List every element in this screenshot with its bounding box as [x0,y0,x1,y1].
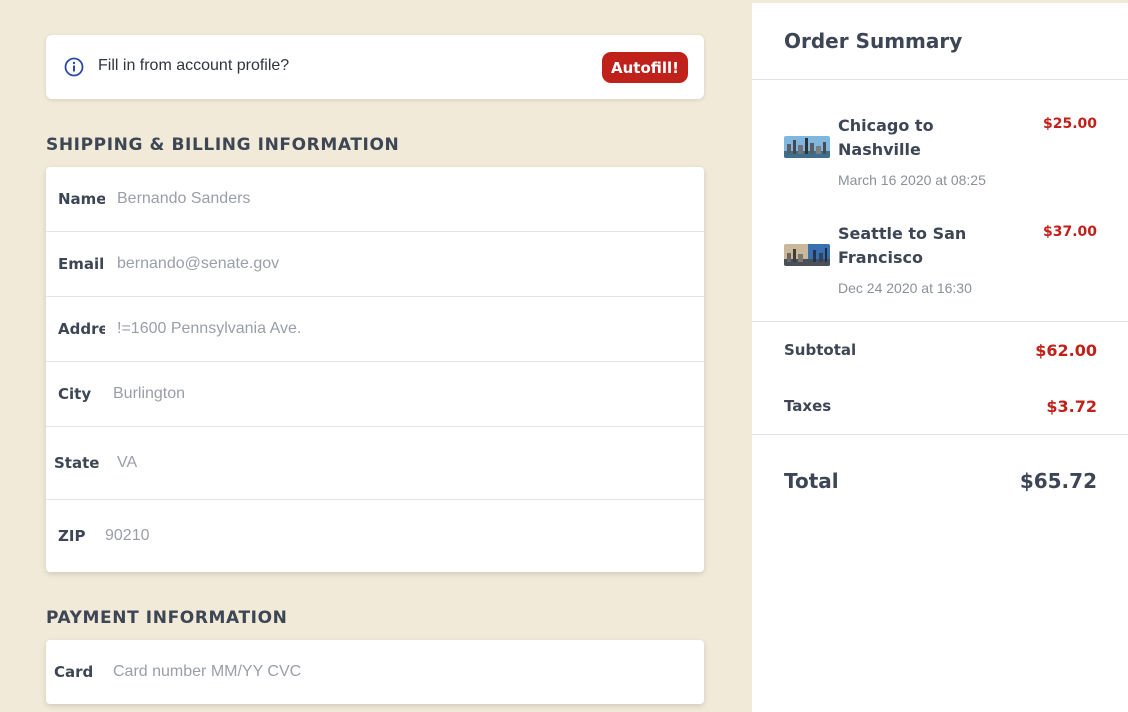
address-row: Address !=1600 Pennsylvania Ave. [46,297,704,362]
order-summary-title: Order Summary [784,29,963,53]
total-value: $65.72 [1019,469,1097,493]
seattle-thumbnail [784,244,830,266]
state-label: State [54,454,100,472]
item-name: Chicago to Nashville [838,116,934,159]
email-field[interactable]: bernando@senate.gov [117,232,279,296]
autofill-prompt: Fill in from account profile? [98,57,290,74]
zip-row: ZIP 90210 [46,500,704,572]
item-date: March 16 2020 at 08:25 [838,172,986,188]
item-name: Seattle to San Francisco [838,224,967,267]
state-row: State VA [46,427,704,500]
address-field[interactable]: !=1600 Pennsylvania Ave. [117,297,301,361]
subtotal-value: $62.00 [1035,341,1097,360]
zip-label: ZIP [58,527,86,545]
autofill-banner: Fill in from account profile? Autofill! [46,35,704,99]
autofill-button[interactable]: Autofill! [602,52,688,83]
subtotal-row: Subtotal $62.00 [784,341,1097,365]
email-row: Email bernando@senate.gov [46,232,704,297]
item-date: Dec 24 2020 at 16:30 [838,280,972,296]
payment-section-title: PAYMENT INFORMATION [46,608,288,628]
taxes-label: Taxes [784,397,832,415]
city-field[interactable]: Burlington [113,362,185,426]
item-price: $25.00 [1042,116,1097,132]
summary-divider [752,79,1128,80]
item-price: $37.00 [1042,224,1097,240]
zip-field[interactable]: 90210 [105,500,150,572]
summary-divider [752,321,1128,322]
taxes-value: $3.72 [1046,397,1097,416]
shipping-form: Name Bernando Sanders Email bernando@sen… [46,167,704,572]
state-field[interactable]: VA [117,427,137,499]
payment-form: Card Card number MM/YY CVC [46,640,704,704]
summary-divider [752,434,1128,435]
chicago-thumbnail [784,136,830,158]
city-row: City Burlington [46,362,704,427]
checkout-form-panel: Fill in from account profile? Autofill! … [0,0,752,712]
shipping-section-title: SHIPPING & BILLING INFORMATION [46,135,400,155]
address-label: Address [58,320,105,338]
order-item: Chicago to Nashville March 16 2020 at 08… [784,114,1097,194]
subtotal-label: Subtotal [784,341,857,359]
card-input[interactable]: Card number MM/YY CVC [113,640,301,704]
name-field[interactable]: Bernando Sanders [117,167,250,231]
city-label: City [58,385,92,403]
email-label: Email [58,255,105,273]
total-label: Total [784,469,839,493]
name-row: Name Bernando Sanders [46,167,704,232]
card-row: Card Card number MM/YY CVC [46,640,704,704]
info-icon [64,57,84,77]
order-summary-panel: Order Summary Chicago to Nashville March… [752,3,1128,712]
order-item: Seattle to San Francisco Dec 24 2020 at … [784,222,1097,302]
taxes-row: Taxes $3.72 [784,397,1097,421]
card-label: Card [54,663,94,681]
name-label: Name [58,190,105,208]
total-row: Total $65.72 [784,469,1097,497]
